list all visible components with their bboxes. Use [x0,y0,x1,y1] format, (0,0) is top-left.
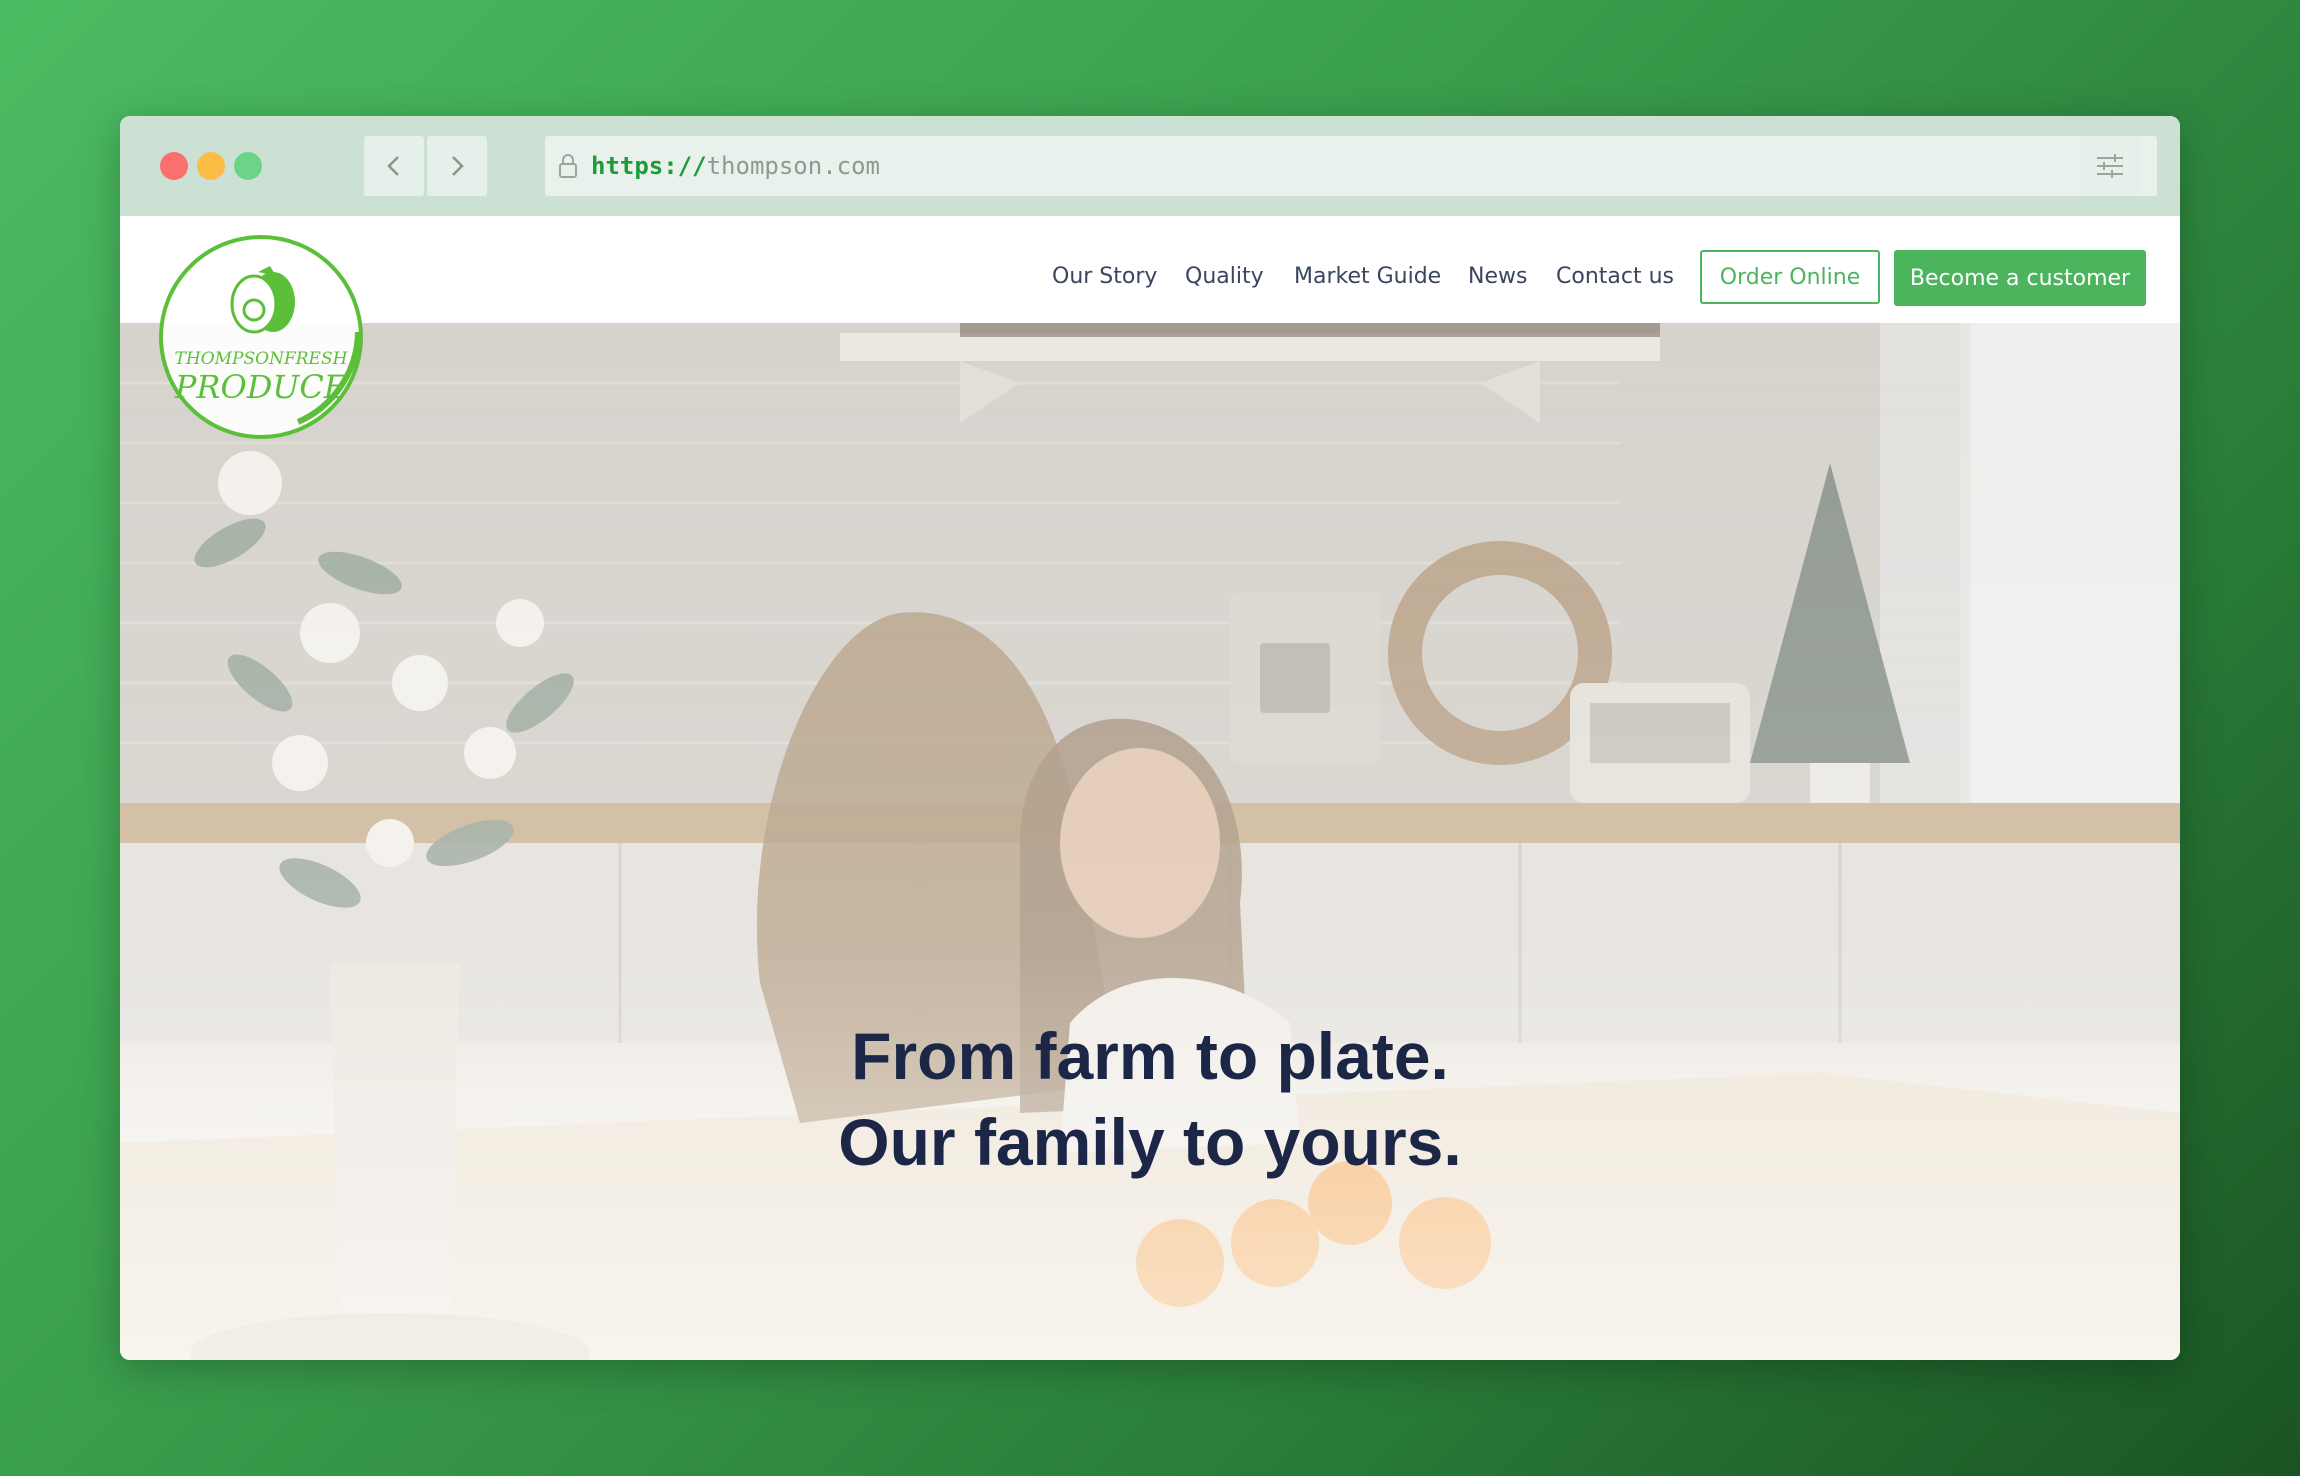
browser-chrome: https://thompson.com [120,116,2180,216]
order-online-button[interactable]: Order Online [1700,250,1880,304]
brand-logo[interactable]: THOMPSONFRESH PRODUCE [158,232,364,442]
hero-line-2: Our family to yours. [838,1105,1462,1179]
back-button[interactable] [364,136,424,196]
nav-contact-us[interactable]: Contact us [1556,264,1674,289]
url-host: thompson.com [706,152,880,180]
hero-section: From farm to plate. Our family to yours. [120,323,2180,1360]
website: From farm to plate. Our family to yours.… [120,216,2180,1360]
nav-our-story[interactable]: Our Story [1052,264,1157,289]
hero-line-1: From farm to plate. [851,1019,1449,1093]
maximize-window-button[interactable] [234,152,262,180]
nav-market-guide[interactable]: Market Guide [1294,264,1441,289]
hero-overlay [120,323,2180,1360]
close-window-button[interactable] [160,152,188,180]
logo-text-bottom: PRODUCE [174,368,347,406]
nav-news[interactable]: News [1468,264,1527,289]
forward-button[interactable] [427,136,487,196]
url-text: https://thompson.com [591,152,880,180]
become-customer-button[interactable]: Become a customer [1894,250,2146,306]
browser-menu-button[interactable] [2080,136,2140,196]
minimize-window-button[interactable] [197,152,225,180]
hero-headline: From farm to plate. Our family to yours. [120,1013,2180,1185]
url-scheme: https:// [591,152,707,180]
address-bar[interactable]: https://thompson.com [545,136,2157,196]
logo-text-top: THOMPSONFRESH [175,349,349,369]
chevron-right-icon [452,156,464,176]
chevron-left-icon [387,156,399,176]
browser-window: https://thompson.com From farm to plate.… [120,116,2180,1360]
nav-quality[interactable]: Quality [1185,264,1264,289]
sliders-icon [2097,154,2123,178]
site-header: Our Story Quality Market Guide News Cont… [120,216,2180,323]
lock-icon [555,151,581,181]
